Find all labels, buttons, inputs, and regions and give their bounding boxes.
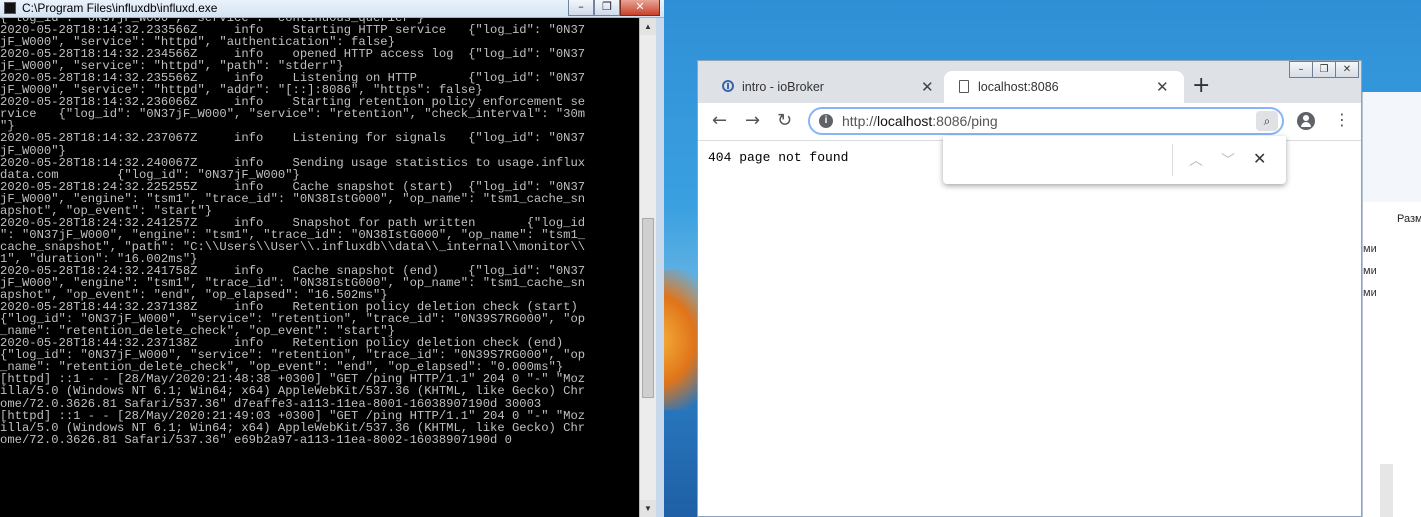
scroll-down-icon[interactable]: ▼ xyxy=(640,500,656,517)
url-path: :8086/ping xyxy=(932,113,998,129)
tab-iobroker[interactable]: intro - ioBroker ✕ xyxy=(706,71,944,103)
close-tab-icon[interactable]: ✕ xyxy=(1156,78,1169,96)
console-frame xyxy=(656,18,664,517)
find-bar[interactable]: ︿ ﹀ ✕ xyxy=(943,136,1286,184)
find-in-page-icon[interactable]: ⌕ xyxy=(1256,111,1278,131)
page-favicon-icon xyxy=(959,80,969,93)
maximize-button[interactable]: ❐ xyxy=(594,0,620,16)
explorer-row[interactable]: ми xyxy=(1363,265,1377,277)
console-log-text: {"log_id": "0N37jF_W000", "service": "co… xyxy=(0,18,586,447)
browser-minimize-button[interactable]: – xyxy=(1289,61,1313,78)
tab-label: intro - ioBroker xyxy=(742,80,824,94)
tab-strip[interactable]: – ❐ ✕ intro - ioBroker ✕ localhost:8086 … xyxy=(698,61,1361,103)
console-scrollbar[interactable]: ▲ ▼ xyxy=(639,18,656,517)
explorer-window[interactable]: Разм ми ми ми xyxy=(1362,92,1421,517)
find-previous-icon[interactable]: ︿ xyxy=(1189,150,1203,170)
console-app-icon xyxy=(4,2,16,14)
browser-window[interactable]: – ❐ ✕ intro - ioBroker ✕ localhost:8086 … xyxy=(697,60,1362,517)
forward-icon[interactable]: → xyxy=(745,111,760,131)
explorer-header xyxy=(1363,92,1421,202)
console-title: C:\Program Files\influxdb\influxd.exe xyxy=(22,1,218,15)
browser-maximize-button[interactable]: ❐ xyxy=(1312,61,1336,78)
address-bar[interactable]: i http://localhost:8086/ping ⌕ xyxy=(808,107,1284,135)
scroll-thumb[interactable] xyxy=(642,218,654,398)
page-body-text: 404 page not found xyxy=(708,150,849,165)
explorer-column-size[interactable]: Разм xyxy=(1397,213,1421,225)
browser-close-button[interactable]: ✕ xyxy=(1335,61,1359,78)
explorer-row[interactable]: ми xyxy=(1363,287,1377,299)
scroll-up-icon[interactable]: ▲ xyxy=(640,18,656,35)
find-input[interactable] xyxy=(943,136,1171,184)
explorer-scrollbar[interactable] xyxy=(1380,464,1393,517)
page-content: 404 page not found xyxy=(698,141,1361,516)
console-titlebar[interactable]: C:\Program Files\influxdb\influxd.exe – … xyxy=(0,0,664,18)
profile-avatar-icon[interactable] xyxy=(1297,112,1315,130)
site-info-icon[interactable]: i xyxy=(819,114,833,128)
menu-icon[interactable]: ⋮ xyxy=(1334,111,1350,129)
close-button[interactable]: ✕ xyxy=(620,0,660,16)
url-scheme: http:// xyxy=(842,113,878,129)
find-separator xyxy=(1172,144,1173,176)
minimize-button[interactable]: – xyxy=(568,0,594,16)
url-host: localhost xyxy=(877,113,933,129)
find-close-icon[interactable]: ✕ xyxy=(1253,149,1266,168)
tab-label: localhost:8086 xyxy=(978,80,1059,94)
console-window[interactable]: C:\Program Files\influxdb\influxd.exe – … xyxy=(0,0,664,517)
explorer-row[interactable]: ми xyxy=(1363,243,1377,255)
console-output[interactable]: {"log_id": "0N37jF_W000", "service": "co… xyxy=(0,18,639,517)
new-tab-button[interactable]: + xyxy=(1192,75,1210,97)
find-next-icon[interactable]: ﹀ xyxy=(1221,150,1235,170)
iobroker-favicon-icon xyxy=(722,80,734,92)
close-tab-icon[interactable]: ✕ xyxy=(921,78,934,96)
reload-icon[interactable]: ↻ xyxy=(777,111,792,131)
back-icon[interactable]: ← xyxy=(712,111,727,131)
url-text: http://localhost:8086/ping xyxy=(842,113,998,129)
tab-localhost[interactable]: localhost:8086 ✕ xyxy=(944,71,1184,103)
